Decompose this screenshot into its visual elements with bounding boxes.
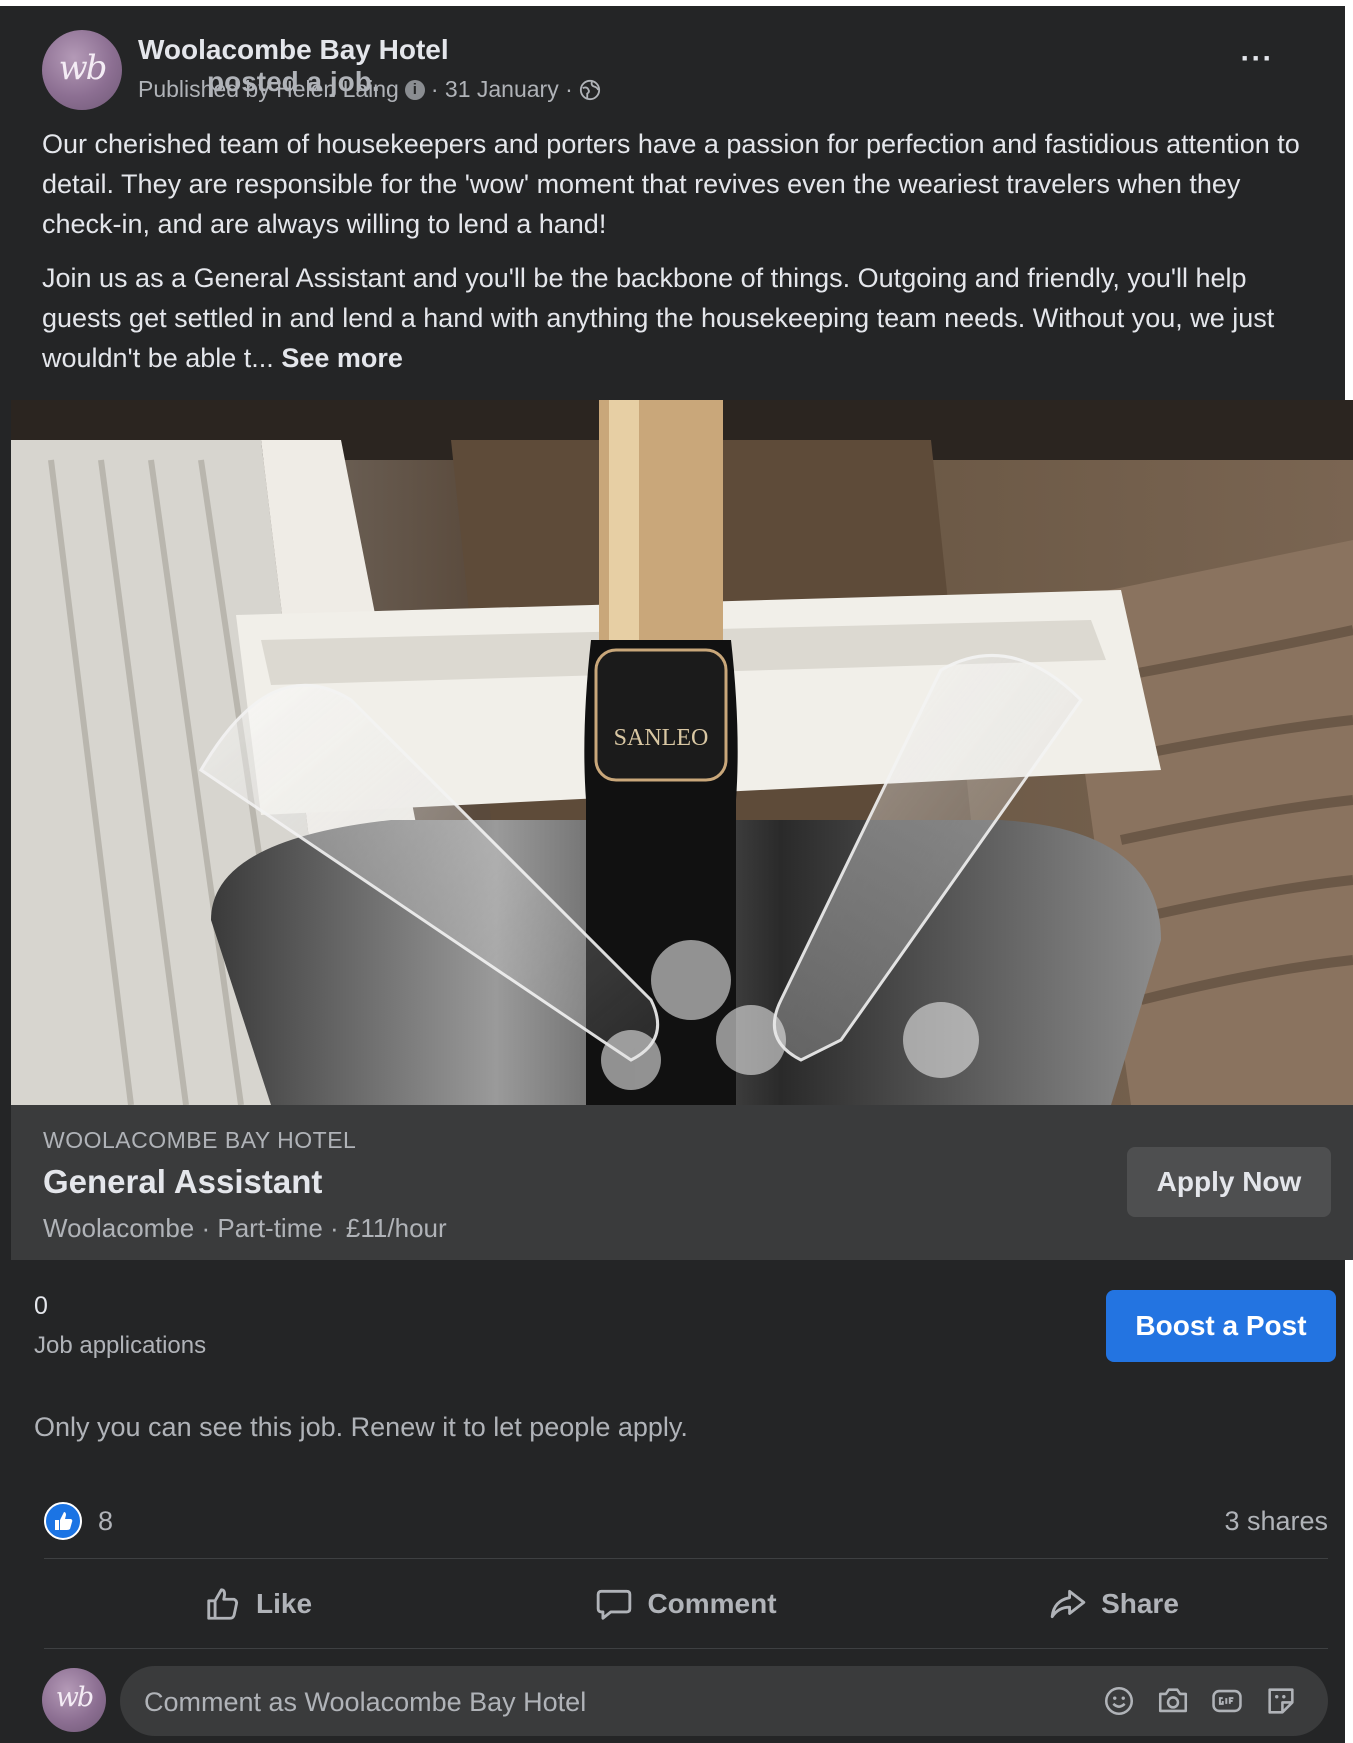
comment-label: Comment <box>647 1588 777 1619</box>
comment-input[interactable] <box>142 1666 1046 1738</box>
post-subtitle: Published by Helen Laing i · 31 January … <box>138 76 601 103</box>
emoji-icon[interactable] <box>1102 1684 1136 1718</box>
page-avatar[interactable]: wb <box>42 30 122 110</box>
post-date[interactable]: · 31 January · <box>431 76 573 103</box>
boost-post-button[interactable]: Boost a Post <box>1106 1290 1336 1362</box>
job-card[interactable]: WOOLACOMBE BAY HOTEL General Assistant W… <box>11 1105 1353 1260</box>
renew-notice: Only you can see this job. Renew it to l… <box>34 1412 688 1442</box>
applications-label: Job applications <box>34 1332 207 1359</box>
bottle-label: SANLEO <box>614 725 709 751</box>
like-button[interactable]: Like <box>44 1570 472 1638</box>
post-actions: Like Comment Share <box>44 1570 1328 1638</box>
like-reaction-icon[interactable] <box>44 1502 82 1540</box>
thumbs-up-icon <box>55 1512 73 1530</box>
page-name-link[interactable]: Woolacombe Bay Hotel <box>138 34 449 65</box>
post-paragraph-2-text: Join us as a General Assistant and you'l… <box>42 263 1275 373</box>
commenter-avatar[interactable]: wb <box>42 1668 106 1732</box>
comment-box <box>120 1666 1328 1738</box>
top-edge <box>0 0 1353 6</box>
post-header: wb Woolacombe Bay Hotel posted a job. Pu… <box>42 30 1302 110</box>
camera-icon[interactable] <box>1156 1684 1190 1718</box>
info-icon[interactable]: i <box>404 79 425 100</box>
comment-button[interactable]: Comment <box>472 1570 900 1638</box>
reactions-count[interactable]: 8 <box>98 1506 113 1537</box>
share-icon <box>1050 1589 1086 1619</box>
see-more-link[interactable]: See more <box>281 343 403 373</box>
post-paragraph-1: Our cherished team of housekeepers and p… <box>42 129 1300 239</box>
share-label: Share <box>1101 1588 1179 1619</box>
share-button[interactable]: Share <box>900 1570 1328 1638</box>
post-paragraph-2: Join us as a General Assistant and you'l… <box>42 258 1312 378</box>
post-photo[interactable]: SANLEO <box>11 400 1353 1105</box>
applications-count: 0 <box>34 1292 48 1320</box>
divider-bottom <box>44 1648 1328 1649</box>
job-meta: Woolacombe · Part-time · £11/hour <box>43 1213 447 1243</box>
more-icon[interactable]: ··· <box>1232 44 1282 80</box>
job-title[interactable]: General Assistant <box>43 1163 322 1201</box>
commenter-monogram: wb <box>55 1682 94 1713</box>
apply-now-button[interactable]: Apply Now <box>1127 1147 1331 1217</box>
avatar-monogram: wb <box>58 48 108 88</box>
post-body: Our cherished team of housekeepers and p… <box>42 124 1312 392</box>
like-label: Like <box>255 1588 313 1619</box>
shares-count[interactable]: 3 shares <box>1224 1506 1328 1537</box>
like-icon <box>207 1588 239 1620</box>
sticker-icon[interactable] <box>1264 1684 1298 1718</box>
divider-top <box>44 1558 1328 1559</box>
comment-icon <box>597 1589 632 1620</box>
champagne-photo: SANLEO <box>11 400 1353 1105</box>
job-company: WOOLACOMBE BAY HOTEL <box>43 1127 357 1153</box>
publisher-text: Published by Helen Laing <box>138 76 399 102</box>
gif-icon[interactable] <box>1210 1684 1244 1718</box>
globe-icon <box>579 79 600 100</box>
